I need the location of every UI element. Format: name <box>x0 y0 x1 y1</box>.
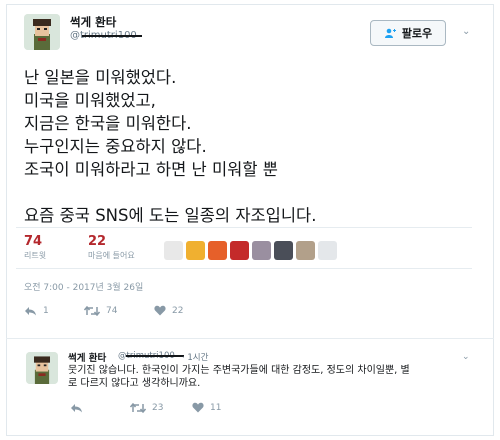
likers-avatars <box>164 241 337 260</box>
liker-avatar[interactable] <box>164 241 183 260</box>
likes-label: 마음에 들어요 <box>88 251 135 260</box>
tweet-line: 요즘 중국 SNS에 도는 일종의 자조입니다. <box>24 206 317 225</box>
retweets-stat[interactable]: 74 리트윗 <box>24 234 46 261</box>
liker-avatar[interactable] <box>318 241 337 260</box>
add-user-icon <box>384 28 396 38</box>
reply-text: 뭇기진 않습니다. 한국인이 가지는 주변국가들에 대한 감정도, 정도의 차이… <box>68 364 468 390</box>
chevron-down-icon[interactable]: ⌄ <box>462 352 470 362</box>
retweet-count: 74 <box>106 305 118 316</box>
tweet-actions: 1 74 22 <box>24 305 183 316</box>
likes-stat[interactable]: 22 마음에 들어요 <box>88 234 135 261</box>
tweet-line: 미국을 미워했었고, <box>24 91 156 110</box>
liker-avatar[interactable] <box>208 241 227 260</box>
reply-icon <box>71 403 82 412</box>
liker-avatar[interactable] <box>252 241 271 260</box>
reply-author-avatar[interactable] <box>26 352 58 384</box>
divider <box>16 227 472 228</box>
reply-button[interactable]: 1 <box>24 306 84 316</box>
retweets-label: 리트윗 <box>24 251 47 260</box>
tweet-timestamp[interactable]: 오전 7:00 - 2017년 3월 26일 <box>24 280 143 293</box>
author-avatar[interactable] <box>24 14 60 50</box>
retweet-count: 23 <box>152 402 164 413</box>
divider <box>6 338 494 339</box>
reply-button[interactable] <box>70 403 130 413</box>
liker-avatar[interactable] <box>186 241 205 260</box>
reply-icon <box>25 306 36 315</box>
reply-line: 로 다르지 않다고 생각하니까요. <box>68 378 201 389</box>
heart-icon <box>192 402 204 413</box>
likes-count: 22 <box>88 234 107 249</box>
tweet-line: 누구인지는 중요하지 않다. <box>24 137 207 156</box>
reply-author-handle[interactable]: @trimutri100 <box>118 351 184 361</box>
author-name[interactable]: 썩게 환타 <box>70 14 116 30</box>
like-count: 11 <box>210 402 222 413</box>
tweet-line: 난 일본을 미워했었다. <box>24 68 177 87</box>
like-button[interactable]: 11 <box>192 402 221 413</box>
tweet-text: 난 일본을 미워했었다. 미국을 미워했었고, 지금은 한국을 미워한다. 누구… <box>24 66 464 227</box>
tweet-line: 지금은 한국을 미워한다. <box>24 114 192 133</box>
retweet-button[interactable]: 23 <box>130 402 192 413</box>
divider <box>16 268 472 269</box>
reply-count: 1 <box>43 305 49 316</box>
heart-icon <box>154 305 166 316</box>
author-handle[interactable]: @trimutri100 <box>70 30 142 41</box>
follow-button[interactable]: 팔로우 <box>370 20 446 46</box>
retweet-icon <box>130 402 146 413</box>
liker-avatar[interactable] <box>296 241 315 260</box>
like-count: 22 <box>172 305 184 316</box>
reply-time[interactable]: · 1시간 <box>182 351 208 363</box>
reply-line: 뭇기진 않습니다. 한국인이 가지는 주변국가들에 대한 감정도, 정도의 차이… <box>68 365 410 376</box>
reply-author-name[interactable]: 썩게 환타 <box>68 350 106 364</box>
handle-redaction <box>82 35 142 37</box>
liker-avatar[interactable] <box>230 241 249 260</box>
reply-actions: 23 11 <box>70 402 221 413</box>
retweet-icon <box>84 305 100 316</box>
tweet-line: 조국이 미워하라고 하면 난 미워할 뿐 <box>24 160 278 179</box>
chevron-down-icon[interactable]: ⌄ <box>462 26 470 37</box>
follow-button-label: 팔로우 <box>401 27 433 40</box>
handle-redaction <box>126 355 184 357</box>
like-button[interactable]: 22 <box>154 305 183 316</box>
retweet-button[interactable]: 74 <box>84 305 154 316</box>
retweets-count: 74 <box>24 234 43 249</box>
liker-avatar[interactable] <box>274 241 293 260</box>
